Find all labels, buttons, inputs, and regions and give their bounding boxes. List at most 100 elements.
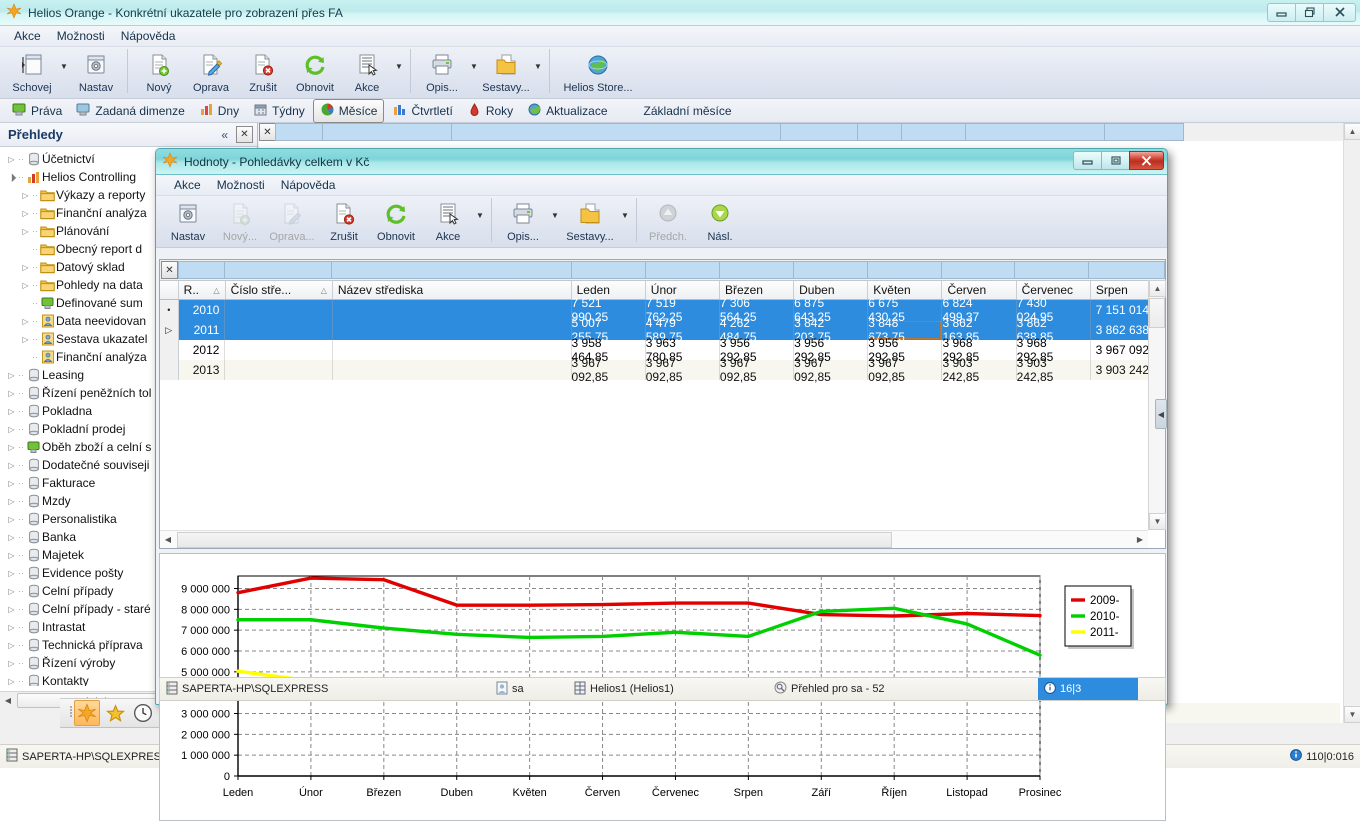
column-header-erven[interactable]: Červen bbox=[942, 281, 1017, 299]
table-cell[interactable]: 3 967 092,85 bbox=[794, 356, 869, 384]
toolbar-button-novy[interactable]: Nový bbox=[133, 47, 185, 97]
dialog-sestavy-dropdown-arrow[interactable]: ▼ bbox=[619, 196, 631, 246]
dialog-opis-dropdown-arrow[interactable]: ▼ bbox=[549, 196, 561, 246]
toolbar-button-zrusit[interactable]: Zrušit bbox=[237, 47, 289, 97]
minimize-button[interactable] bbox=[1267, 3, 1296, 22]
expand-icon[interactable]: ▷ bbox=[20, 191, 31, 200]
expand-icon[interactable]: ▷ bbox=[6, 587, 17, 596]
close-panel-icon[interactable]: ✕ bbox=[236, 126, 253, 143]
sbtn-dny[interactable]: Dny bbox=[193, 100, 245, 122]
dialog-button-nasledujici[interactable]: Násl. bbox=[694, 196, 746, 246]
row-indicator[interactable] bbox=[160, 340, 179, 360]
dialog-restore-button[interactable] bbox=[1101, 151, 1130, 170]
expand-icon[interactable]: ▷ bbox=[6, 533, 17, 542]
scroll-down-arrow[interactable]: ▼ bbox=[1344, 706, 1360, 723]
expand-icon[interactable]: ▷ bbox=[6, 515, 17, 524]
sbtn-ctvrtleti[interactable]: Čtvrtletí bbox=[386, 100, 458, 122]
expand-icon[interactable]: ▷ bbox=[20, 335, 31, 344]
filter-cell[interactable] bbox=[1088, 261, 1166, 279]
background-vertical-scrollbar[interactable]: ▲ ▼ bbox=[1343, 123, 1360, 723]
filter-cell[interactable] bbox=[866, 261, 942, 279]
table-cell[interactable] bbox=[333, 300, 572, 320]
filter-cell[interactable] bbox=[177, 261, 226, 279]
collapse-panel-icon[interactable]: « bbox=[221, 128, 228, 142]
dialog-menu-napoveda[interactable]: Nápověda bbox=[273, 176, 344, 194]
table-cell[interactable] bbox=[225, 300, 333, 320]
dialog-button-nastav[interactable]: Nastav bbox=[162, 196, 214, 246]
filter-cell[interactable] bbox=[940, 261, 1016, 279]
dialog-menu-akce[interactable]: Akce bbox=[166, 176, 209, 194]
table-cell[interactable] bbox=[333, 360, 572, 380]
toolbar-button-helios-store[interactable]: Helios Store... bbox=[555, 47, 641, 97]
filter-cell[interactable] bbox=[719, 261, 794, 279]
grid-horizontal-scrollbar[interactable]: ◀ ▶ bbox=[160, 530, 1148, 548]
expand-icon[interactable]: ▷ bbox=[20, 281, 31, 290]
toolbar-button-nastav[interactable]: Nastav bbox=[70, 47, 122, 97]
helios-logo-icon[interactable] bbox=[74, 700, 100, 726]
table-cell[interactable] bbox=[333, 340, 572, 360]
table-cell[interactable]: 3 967 092,85 bbox=[646, 356, 720, 384]
filter-clear-icon[interactable]: ✕ bbox=[259, 123, 276, 141]
grid-hscroll-thumb[interactable] bbox=[177, 531, 892, 548]
star-icon[interactable] bbox=[102, 700, 128, 726]
dialog-button-predchozi[interactable]: Předch. bbox=[642, 196, 694, 246]
dialog-akce-dropdown-arrow[interactable]: ▼ bbox=[474, 196, 486, 246]
dialog-menu-moznosti[interactable]: Možnosti bbox=[209, 176, 273, 194]
toolbar-button-akce[interactable]: Akce bbox=[341, 47, 393, 97]
menu-napoveda[interactable]: Nápověda bbox=[113, 27, 184, 45]
expand-icon[interactable]: ▷ bbox=[20, 263, 31, 272]
table-cell[interactable] bbox=[225, 320, 333, 340]
expand-icon[interactable]: ▷ bbox=[6, 461, 17, 470]
table-cell[interactable]: 2011 bbox=[179, 320, 226, 340]
close-button[interactable] bbox=[1323, 3, 1356, 22]
row-indicator[interactable]: • bbox=[160, 300, 179, 320]
expand-icon[interactable]: ▷ bbox=[6, 605, 17, 614]
sbtn-mesice[interactable]: Měsíce bbox=[312, 98, 385, 123]
table-cell[interactable] bbox=[225, 360, 333, 380]
toolbar-button-oprava[interactable]: Oprava bbox=[185, 47, 237, 97]
column-header-nor[interactable]: Únor bbox=[646, 281, 720, 299]
filter-cell[interactable] bbox=[1014, 261, 1090, 279]
filter-cell[interactable] bbox=[965, 123, 1105, 141]
toolbar-button-sestavy[interactable]: Sestavy... bbox=[480, 47, 532, 97]
filter-cell[interactable] bbox=[857, 123, 902, 141]
table-cell[interactable]: 3 967 092,85 bbox=[720, 356, 795, 384]
filter-cell[interactable] bbox=[571, 261, 647, 279]
menu-akce[interactable]: Akce bbox=[6, 27, 49, 45]
expand-icon[interactable]: ▷ bbox=[6, 659, 17, 668]
menu-moznosti[interactable]: Možnosti bbox=[49, 27, 113, 45]
dialog-button-novy[interactable]: Nový... bbox=[214, 196, 266, 246]
row-indicator[interactable] bbox=[160, 360, 179, 380]
scroll-up-arrow[interactable]: ▲ bbox=[1344, 123, 1360, 140]
expand-icon[interactable]: ▷ bbox=[6, 155, 17, 164]
expand-icon[interactable]: ▷ bbox=[6, 677, 17, 686]
toolbar-button-opis[interactable]: Opis... bbox=[416, 47, 468, 97]
filter-cell[interactable] bbox=[780, 123, 858, 141]
opis-dropdown-arrow[interactable]: ▼ bbox=[468, 47, 480, 97]
column-header-slo-st-e[interactable]: Číslo stře... △ bbox=[226, 281, 333, 299]
column-header-duben[interactable]: Duben bbox=[794, 281, 869, 299]
expand-icon[interactable]: ▷ bbox=[6, 443, 17, 452]
sbtn-roky[interactable]: Roky bbox=[461, 100, 519, 122]
expand-icon[interactable]: ▷ bbox=[6, 551, 17, 560]
sbtn-prava[interactable]: Práva bbox=[6, 100, 68, 122]
column-header-r[interactable]: R.. △ bbox=[179, 281, 226, 299]
dialog-button-akce[interactable]: Akce bbox=[422, 196, 474, 246]
splitter-handle[interactable]: ◀ bbox=[1155, 399, 1167, 429]
sbtn-aktualizace[interactable]: Aktualizace bbox=[521, 100, 613, 122]
expand-icon[interactable]: ▷ bbox=[6, 479, 17, 488]
table-cell[interactable]: 3 967 092,85 bbox=[572, 356, 646, 384]
sbtn-zadana-dimenze[interactable]: Zadaná dimenze bbox=[70, 100, 190, 122]
expand-icon[interactable]: ▷ bbox=[6, 497, 17, 506]
expand-icon[interactable]: ▷ bbox=[20, 209, 31, 218]
column-header-leden[interactable]: Leden bbox=[572, 281, 646, 299]
dialog-button-obnovit[interactable]: Obnovit bbox=[370, 196, 422, 246]
dialog-button-oprava[interactable]: Oprava... bbox=[266, 196, 318, 246]
table-cell[interactable]: 2013 bbox=[179, 360, 226, 380]
akce-dropdown-arrow[interactable]: ▼ bbox=[393, 47, 405, 97]
dialog-button-opis[interactable]: Opis... bbox=[497, 196, 549, 246]
column-header-kv-ten[interactable]: Květen bbox=[868, 281, 943, 299]
expand-icon[interactable]: ▷ bbox=[20, 317, 31, 326]
expand-icon[interactable]: ▷ bbox=[6, 371, 17, 380]
column-header-b-ezen[interactable]: Březen bbox=[720, 281, 795, 299]
